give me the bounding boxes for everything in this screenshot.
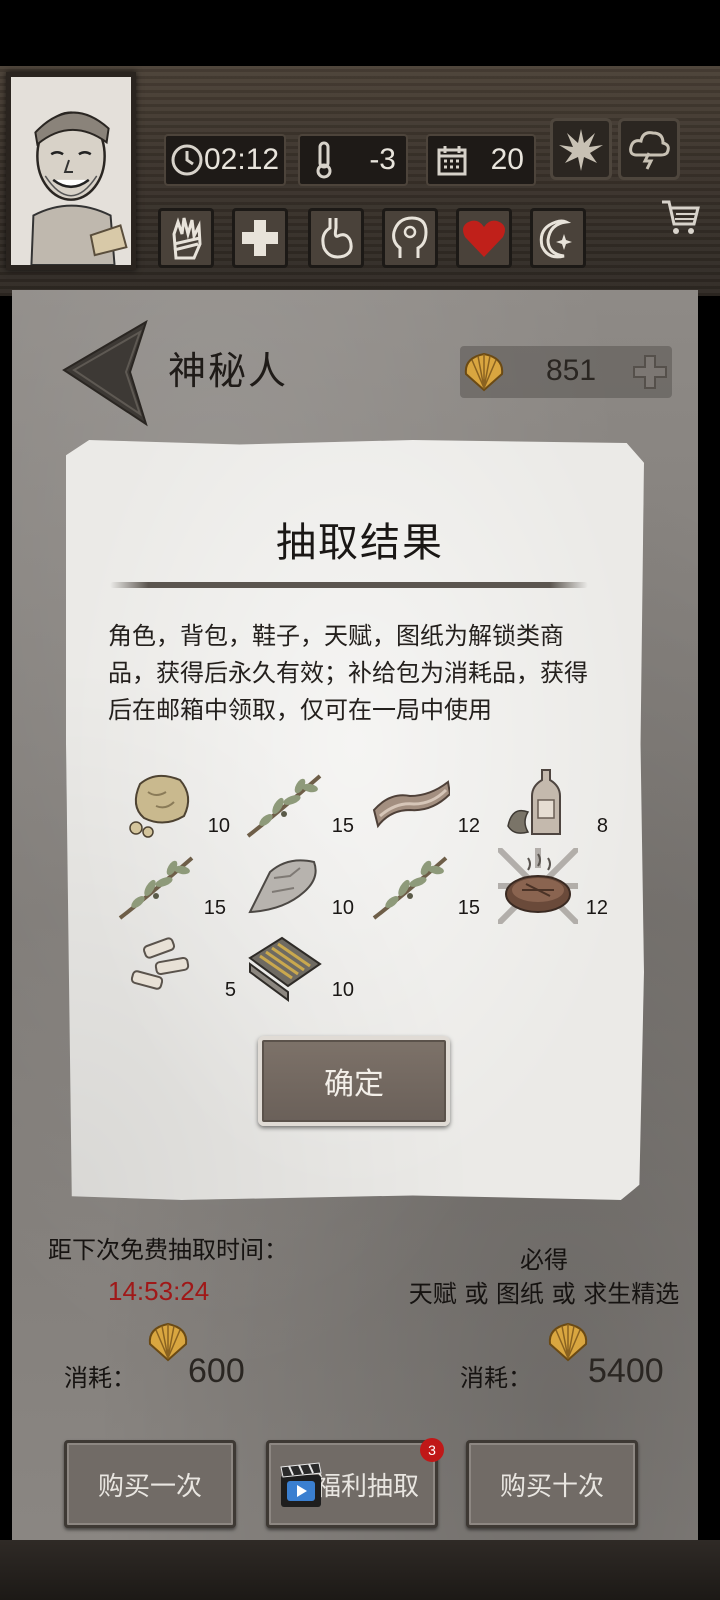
item-quantity: 8 (596, 815, 608, 837)
reward-item: 15 (370, 848, 480, 924)
dialog-title: 抽取结果 (276, 520, 444, 566)
time-display: 02:12 (164, 134, 286, 186)
item-quantity: 10 (207, 815, 230, 837)
moon-star-icon (539, 219, 572, 259)
reward-item: 15 (116, 848, 226, 924)
leaf-icon (559, 129, 603, 171)
storm-icon (629, 131, 670, 170)
hand-bandage-icon (172, 217, 202, 260)
character-portrait-image (11, 77, 131, 265)
day-value: 20 (490, 143, 524, 176)
free-draw-label: 距下次免费抽取时间： (48, 1236, 288, 1264)
clock-icon (170, 140, 204, 180)
back-button[interactable] (56, 318, 152, 428)
add-currency-icon[interactable] (630, 352, 670, 392)
status-sanity[interactable] (382, 208, 438, 268)
head-icon (392, 216, 428, 258)
character-portrait[interactable] (6, 72, 136, 270)
free-draw-count-badge: 3 (420, 1438, 444, 1462)
item-quantity: 10 (331, 979, 354, 1001)
item-quantity: 10 (331, 897, 354, 919)
free-draw-button[interactable]: 福利抽取 (266, 1440, 438, 1528)
guarantee-title: 必得 (520, 1246, 568, 1274)
heart-icon (463, 220, 505, 257)
dialog-description: 角色，背包，鞋子，天赋，图纸为解锁类商品，获得后永久有效；补给包为消耗品，获得后… (108, 622, 588, 724)
item-quantity: 15 (457, 897, 480, 919)
title-divider (110, 582, 588, 588)
thermometer-icon (304, 140, 344, 180)
plank-icon (248, 936, 322, 1002)
herb-branch-icon (372, 856, 448, 920)
status-hunger[interactable] (308, 208, 364, 268)
bacon-icon (372, 780, 450, 829)
reward-item: 12 (370, 766, 480, 842)
shell-currency-icon (148, 1322, 188, 1362)
reward-item: 8 (498, 766, 608, 842)
steak-icon (498, 848, 578, 924)
stomach-icon (321, 218, 353, 259)
currency-value: 851 (546, 354, 597, 387)
herb-branch-icon (118, 856, 194, 920)
currency-display: 851 (460, 346, 672, 398)
confirm-button[interactable]: 确定 (258, 1036, 450, 1126)
status-injury[interactable] (158, 208, 214, 268)
day-display: 20 (426, 134, 536, 186)
temperature-display: -3 (298, 134, 408, 186)
time-value: 02:12 (204, 143, 280, 176)
reward-item: 10 (120, 766, 230, 842)
health-cross-icon (242, 220, 278, 256)
status-bar (0, 0, 720, 66)
reward-item: 10 (244, 930, 354, 1006)
reward-item: 5 (126, 930, 236, 1006)
free-draw-timer: 14:53:24 (108, 1276, 210, 1306)
cost-label-single: 消耗： (64, 1364, 136, 1392)
item-quantity: 5 (224, 979, 236, 1001)
cost-label-ten: 消耗： (460, 1364, 532, 1392)
shop-cart-button[interactable] (660, 196, 702, 238)
page-title: 神秘人 (168, 349, 289, 393)
buy-ten-button[interactable]: 购买十次 (466, 1440, 638, 1528)
calendar-icon (432, 140, 472, 180)
status-health[interactable] (232, 208, 288, 268)
temperature-value: -3 (369, 143, 396, 176)
reward-item: 12 (498, 848, 608, 924)
bone-icon (130, 937, 190, 990)
item-quantity: 15 (203, 897, 226, 919)
buy-once-button[interactable]: 购买一次 (64, 1440, 236, 1528)
weather-button[interactable] (618, 118, 680, 180)
status-sleep[interactable] (530, 208, 586, 268)
reward-item: 10 (244, 848, 354, 924)
back-arrow-icon (62, 319, 148, 427)
herb-branch-icon (246, 774, 322, 838)
season-button[interactable] (550, 118, 612, 180)
video-clapper-icon (280, 1462, 322, 1507)
guarantee-description: 天赋 或 图纸 或 求生精选 (408, 1280, 680, 1308)
cart-icon (662, 200, 700, 234)
item-quantity: 12 (457, 815, 480, 837)
cost-value-single: 600 (188, 1352, 245, 1390)
item-quantity: 15 (331, 815, 354, 837)
shell-currency-icon (464, 352, 504, 392)
bottle-icon (507, 769, 561, 835)
free-draw-label-text: 福利抽取 (314, 1471, 419, 1502)
reward-item: 15 (244, 766, 354, 842)
stone-icon (129, 774, 190, 838)
cost-value-ten: 5400 (588, 1352, 664, 1390)
status-heart[interactable] (456, 208, 512, 268)
flint-icon (248, 859, 317, 914)
shell-currency-icon (548, 1322, 588, 1362)
item-quantity: 12 (585, 897, 608, 919)
bottom-frame (0, 1540, 720, 1600)
